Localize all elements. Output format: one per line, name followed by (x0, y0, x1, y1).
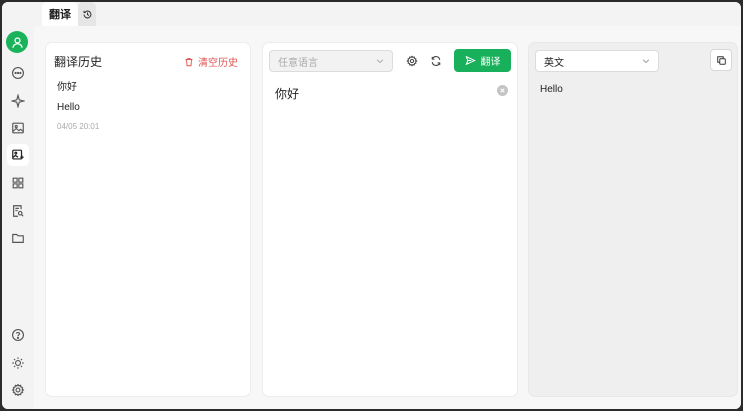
sidebar (2, 2, 34, 409)
translate-page: 翻译历史 清空历史 你好 Hello 04/05 20:01 任意语言 翻译 你… (34, 26, 741, 409)
sidebar-item-agents[interactable] (7, 90, 29, 112)
sidebar-item-apps[interactable] (7, 172, 29, 194)
sun-icon (12, 357, 24, 369)
trash-icon (185, 57, 193, 66)
chevron-down-icon (642, 59, 650, 64)
tab-history[interactable] (78, 2, 96, 26)
chevron-down-icon (376, 59, 384, 64)
folder-icon (12, 233, 24, 243)
copy-button[interactable] (710, 49, 732, 71)
translate-image-icon (12, 149, 24, 160)
sparkle-icon (11, 94, 25, 108)
target-language-value: 英文 (544, 57, 564, 69)
image-icon (12, 122, 24, 134)
translate-button-label: 翻译 (480, 57, 501, 68)
history-item[interactable]: 你好 Hello 04/05 20:01 (57, 78, 99, 131)
sidebar-item-translate[interactable] (7, 144, 29, 166)
theme-button[interactable] (7, 352, 29, 374)
sidebar-item-files[interactable] (7, 227, 29, 249)
history-title: 翻译历史 (54, 55, 103, 69)
user-icon (11, 36, 23, 48)
copy-icon (716, 55, 726, 65)
translate-button[interactable]: 翻译 (454, 49, 511, 72)
target-language-select[interactable]: 英文 (535, 50, 659, 72)
chat-icon (12, 67, 24, 79)
source-panel: 任意语言 翻译 你好 (262, 42, 518, 397)
history-item-source: 你好 (57, 82, 77, 93)
target-text-output: Hello (540, 84, 563, 95)
translate-settings-button[interactable] (403, 52, 421, 70)
clear-history-label: 清空历史 (198, 58, 238, 69)
help-button[interactable] (7, 324, 29, 346)
source-language-placeholder: 任意语言 (278, 57, 318, 69)
close-icon (500, 88, 505, 93)
history-icon (83, 10, 91, 18)
swap-languages-button[interactable] (427, 52, 445, 70)
history-item-time: 04/05 20:01 (57, 122, 100, 131)
refresh-icon (431, 56, 441, 66)
tab-translate[interactable]: 翻译 (42, 2, 78, 26)
app-window: 翻译 翻译历史 清空历史 你好 Hello 04/05 20:01 任意语言 翻… (2, 2, 741, 409)
history-panel: 翻译历史 清空历史 你好 Hello 04/05 20:01 (45, 42, 251, 397)
source-text-input[interactable]: 你好 (275, 85, 299, 102)
tab-bar: 翻译 (34, 2, 741, 26)
document-search-icon (13, 205, 24, 217)
target-panel: 英文 Hello (528, 42, 738, 397)
clear-input-button[interactable] (497, 85, 508, 96)
settings-button[interactable] (7, 379, 29, 401)
gear-icon (11, 383, 25, 397)
help-icon (12, 329, 24, 341)
apps-icon (12, 177, 24, 189)
send-icon (464, 55, 476, 66)
sidebar-item-images[interactable] (7, 117, 29, 139)
sidebar-item-knowledge[interactable] (7, 200, 29, 222)
clear-history-button[interactable]: 清空历史 (184, 54, 238, 69)
sidebar-item-chat[interactable] (7, 62, 29, 84)
user-avatar[interactable] (6, 31, 28, 53)
gear-icon (406, 55, 418, 67)
history-item-target: Hello (57, 102, 80, 113)
source-language-select[interactable]: 任意语言 (269, 50, 393, 72)
